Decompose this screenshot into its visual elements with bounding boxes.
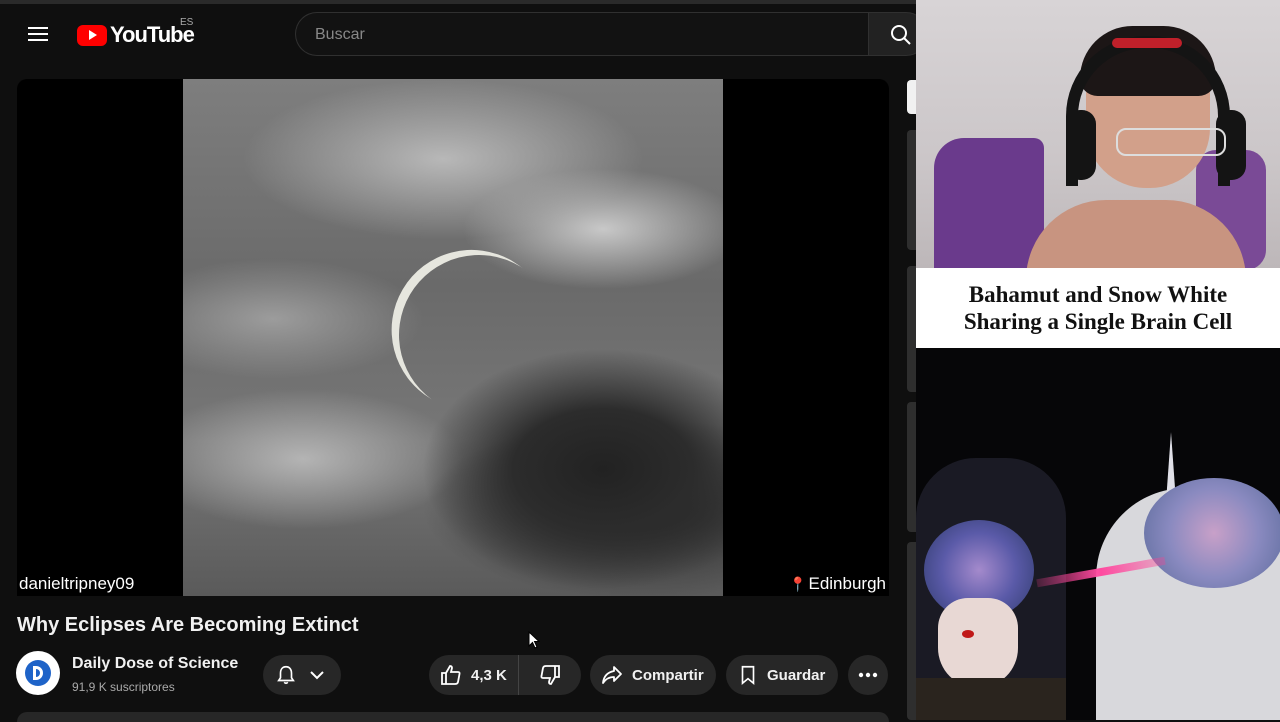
more-horizontal-icon xyxy=(858,672,878,678)
thumbnail-artwork xyxy=(916,348,1280,720)
channel-avatar[interactable] xyxy=(16,651,60,695)
thumbnail-caption-line1: Bahamut and Snow White xyxy=(968,282,1228,307)
more-actions-button[interactable] xyxy=(848,655,888,695)
character-face xyxy=(938,598,1018,688)
thumbnail-caption-line2: Sharing a Single Brain Cell xyxy=(963,309,1233,334)
video-thumbnail-overlay[interactable]: Bahamut and Snow White Sharing a Single … xyxy=(916,268,1280,720)
like-dislike-group: 4,3 K xyxy=(429,655,581,695)
bell-icon xyxy=(277,665,295,685)
top-border xyxy=(0,0,916,4)
notifications-button[interactable] xyxy=(263,655,341,695)
bookmark-icon xyxy=(741,665,755,686)
mouse-cursor-icon xyxy=(528,631,540,649)
share-label: Compartir xyxy=(632,666,704,684)
channel-name[interactable]: Daily Dose of Science xyxy=(72,655,238,673)
search-input[interactable] xyxy=(313,25,837,45)
like-count: 4,3 K xyxy=(471,666,507,684)
thumbnail-caption: Bahamut and Snow White Sharing a Single … xyxy=(916,268,1280,348)
share-button[interactable]: Compartir xyxy=(590,655,716,695)
location-overlay: 📍 Edinburgh xyxy=(789,574,886,594)
youtube-logo[interactable]: YouTube xyxy=(77,20,195,50)
thumbs-down-icon xyxy=(540,665,560,685)
like-button[interactable]: 4,3 K xyxy=(429,655,519,695)
subscriber-count: 91,9 K suscriptores xyxy=(72,680,175,694)
character-body xyxy=(916,678,1066,720)
headphone-earcup-left xyxy=(1066,110,1096,180)
dislike-button[interactable] xyxy=(519,663,581,687)
location-pin-icon: 📍 xyxy=(789,576,807,592)
chevron-down-icon xyxy=(310,671,324,680)
video-frame xyxy=(183,79,723,596)
eclipse-crescent xyxy=(389,245,570,426)
search-box[interactable] xyxy=(295,12,869,56)
save-button[interactable]: Guardar xyxy=(726,655,838,695)
video-title: Why Eclipses Are Becoming Extinct xyxy=(17,614,359,636)
save-label: Guardar xyxy=(767,666,826,684)
uploader-overlay: danieltripney09 xyxy=(19,574,135,593)
character-brain-right xyxy=(1144,478,1280,588)
thumbs-up-icon xyxy=(441,665,461,685)
menu-icon[interactable] xyxy=(28,24,48,44)
search-icon xyxy=(891,25,911,45)
glasses xyxy=(1116,128,1226,156)
character-eye xyxy=(962,630,974,638)
share-icon xyxy=(602,666,622,684)
description-box-edge xyxy=(17,712,889,722)
video-player[interactable]: danieltripney09 📍 Edinburgh xyxy=(17,79,889,596)
headphones-accent xyxy=(1112,38,1182,48)
webcam-overlay xyxy=(916,0,1280,268)
youtube-play-icon xyxy=(77,24,107,46)
country-code: ES xyxy=(180,17,194,28)
chair xyxy=(934,138,1044,268)
location-text: Edinburgh xyxy=(808,574,886,593)
